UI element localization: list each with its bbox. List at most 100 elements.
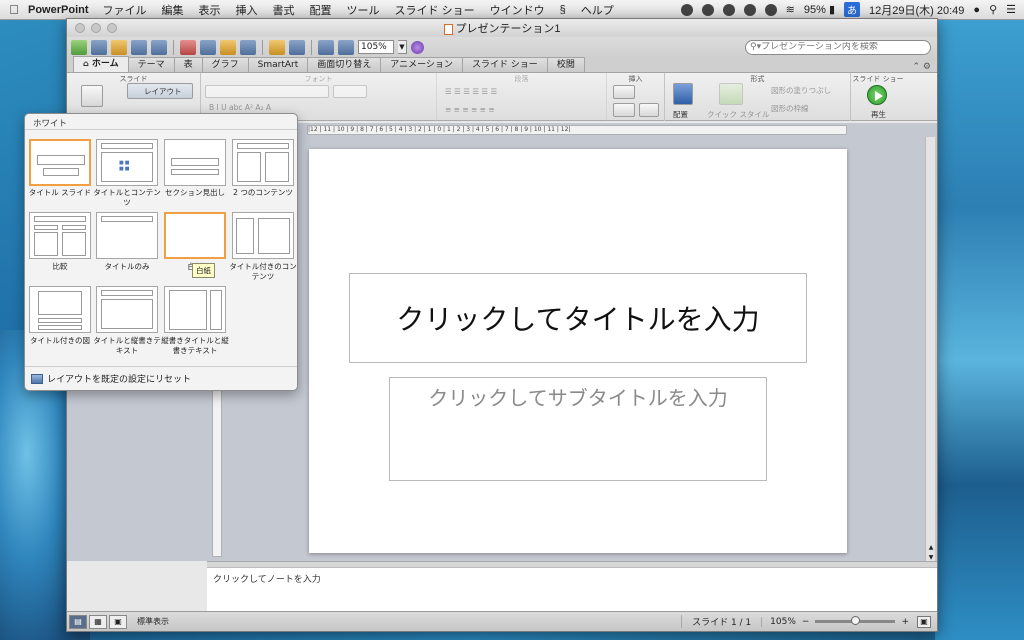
picture-icon[interactable]: [639, 103, 659, 117]
shape-line-button[interactable]: 図形の枠線: [771, 103, 809, 114]
tab-transitions[interactable]: 画面切り替え: [307, 57, 382, 72]
ribbon-options[interactable]: ⌃ ⚙: [913, 62, 937, 72]
save-icon[interactable]: [131, 39, 147, 55]
layout-button[interactable]: レイアウト: [127, 83, 193, 99]
textbox-icon[interactable]: [613, 85, 635, 99]
wifi-icon[interactable]: ≋: [786, 3, 795, 16]
fit-to-window-icon[interactable]: ▣: [917, 615, 931, 628]
new-icon[interactable]: [71, 39, 87, 55]
spotlight-icon[interactable]: ⚲: [989, 3, 997, 16]
font-style-buttons[interactable]: B I U abc A² A₂ A: [209, 103, 271, 112]
align-buttons[interactable]: ≡ ≡ ≡ ≡ ≡ ≡: [445, 105, 495, 114]
undo-icon[interactable]: [269, 39, 285, 55]
tab-review[interactable]: 校閲: [546, 57, 585, 72]
layout-thumb-vertical-title-text[interactable]: [164, 286, 226, 333]
menu-window[interactable]: ウインドウ: [490, 2, 545, 18]
presenter-view-button[interactable]: ▣: [109, 614, 127, 629]
font-name-field[interactable]: [205, 85, 329, 98]
search-box[interactable]: ⚲▾: [745, 39, 931, 55]
zoom-field[interactable]: 105%: [358, 40, 394, 54]
tab-animations[interactable]: アニメーション: [380, 57, 463, 72]
tab-charts[interactable]: グラフ: [201, 57, 249, 72]
search-icon[interactable]: ⚲▾: [750, 42, 761, 52]
redo-icon[interactable]: [289, 39, 305, 55]
time-machine-icon[interactable]: [743, 3, 756, 16]
zoom-in-icon[interactable]: +: [901, 617, 909, 627]
slide-canvas[interactable]: クリックしてタイトルを入力 クリックしてサブタイトルを入力: [309, 149, 847, 553]
layout-thumb-title-slide[interactable]: [29, 139, 91, 186]
shape-fill-button[interactable]: 図形の塗りつぶし: [771, 85, 831, 96]
copy-icon[interactable]: [200, 39, 216, 55]
scroll-down-icon[interactable]: ▼: [926, 554, 936, 561]
quick-style-label[interactable]: クイック スタイル: [707, 109, 769, 120]
user-icon[interactable]: ●: [973, 4, 980, 16]
zoom-slider-knob[interactable]: [851, 616, 861, 625]
slide-sorter-button[interactable]: ▦: [89, 614, 107, 629]
search-input[interactable]: [761, 42, 912, 52]
menu-insert[interactable]: 挿入: [236, 2, 258, 18]
shape-icon[interactable]: [613, 103, 635, 117]
script-icon[interactable]: §: [560, 4, 566, 16]
list-buttons[interactable]: ☰ ☰ ☰ ☰ ☰ ☰: [445, 87, 497, 96]
layout-thumb-picture-caption[interactable]: [29, 286, 91, 333]
zoom-out-icon[interactable]: −: [802, 617, 810, 627]
vertical-scrollbar[interactable]: ▲ ▼: [925, 137, 935, 561]
menu-slideshow[interactable]: スライド ショー: [395, 2, 475, 18]
quick-style-icon[interactable]: [719, 83, 743, 105]
tab-smartart[interactable]: SmartArt: [247, 57, 309, 72]
arrange-label[interactable]: 配置: [673, 109, 688, 120]
layout-thumb-comparison[interactable]: [29, 212, 91, 259]
sync-icon[interactable]: [680, 3, 693, 16]
clock[interactable]: 12月29日(木) 20:49: [869, 2, 964, 18]
cut-icon[interactable]: [180, 39, 196, 55]
paste-icon[interactable]: [220, 39, 236, 55]
menu-help[interactable]: ヘルプ: [581, 2, 614, 18]
status-bar: ▤ ▦ ▣ 標準表示 スライド 1 / 1 105% − + ▣: [67, 611, 937, 631]
format-painter-icon[interactable]: [240, 39, 256, 55]
bluetooth-icon[interactable]: [764, 3, 777, 16]
layout-thumb-title-only[interactable]: [96, 212, 158, 259]
menu-view[interactable]: 表示: [199, 2, 221, 18]
layout-thumb-section-header[interactable]: [164, 139, 226, 186]
layout-thumb-two-content[interactable]: [232, 139, 294, 186]
layout-thumb-title-content[interactable]: ■■ ■■: [96, 139, 158, 186]
menu-format[interactable]: 書式: [273, 2, 295, 18]
tab-tables[interactable]: 表: [173, 57, 203, 72]
scroll-up-icon[interactable]: ▲: [926, 544, 936, 551]
apple-icon[interactable]: : [0, 2, 28, 17]
subtitle-placeholder[interactable]: クリックしてサブタイトルを入力: [389, 377, 767, 481]
menu-arrange[interactable]: 配置: [310, 2, 332, 18]
layout-thumb-title-vertical-text[interactable]: [96, 286, 158, 333]
dropbox-icon[interactable]: [722, 3, 735, 16]
notification-center-icon[interactable]: ☰: [1006, 3, 1016, 16]
menu-tools[interactable]: ツール: [347, 2, 380, 18]
normal-view-button[interactable]: ▤: [69, 614, 87, 629]
slide-icon[interactable]: [318, 39, 334, 55]
zoom-slider[interactable]: [815, 616, 896, 625]
input-method-icon[interactable]: あ: [844, 2, 861, 17]
font-size-field[interactable]: [333, 85, 367, 98]
play-label[interactable]: 再生: [871, 109, 886, 120]
layout-thumb-blank[interactable]: [164, 212, 226, 259]
toolbox-icon[interactable]: [338, 39, 354, 55]
help-icon[interactable]: [411, 40, 424, 54]
reset-layout-menu-item[interactable]: レイアウトを既定の設定にリセット: [25, 366, 297, 390]
menu-file[interactable]: ファイル: [103, 2, 147, 18]
layout-thumb-content-caption[interactable]: [232, 212, 294, 259]
evernote-icon[interactable]: [701, 3, 714, 16]
notes-pane[interactable]: クリックしてノートを入力: [207, 567, 937, 611]
tab-slideshow[interactable]: スライド ショー: [461, 57, 548, 72]
menu-edit[interactable]: 編集: [162, 2, 184, 18]
tab-themes[interactable]: テーマ: [127, 57, 175, 72]
gallery-icon[interactable]: [91, 39, 107, 55]
open-icon[interactable]: [111, 39, 127, 55]
battery-status[interactable]: 95% ▮: [804, 3, 835, 16]
new-slide-button[interactable]: [81, 85, 103, 107]
arrange-icon[interactable]: [673, 83, 693, 105]
title-placeholder[interactable]: クリックしてタイトルを入力: [349, 273, 807, 363]
tab-home[interactable]: ⌂ ホーム: [73, 56, 129, 72]
print-icon[interactable]: [151, 39, 167, 55]
chevron-down-icon[interactable]: ▼: [398, 40, 407, 54]
app-menu[interactable]: PowerPoint: [28, 4, 89, 16]
play-icon[interactable]: [867, 85, 887, 105]
